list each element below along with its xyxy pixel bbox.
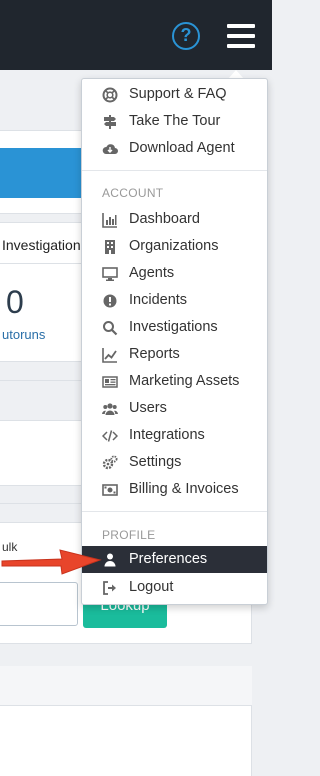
menu-item-integrations[interactable]: Integrations [82, 422, 267, 449]
menu-item-label: Incidents [129, 292, 188, 308]
menu-divider [82, 511, 267, 512]
menu-item-investigations[interactable]: Investigations [82, 314, 267, 341]
menu-item-label: Dashboard [129, 211, 200, 227]
menu-item-label: Agents [129, 265, 175, 281]
gears-icon [102, 455, 118, 471]
menu-item-label: Billing & Invoices [129, 481, 239, 497]
menu-item-label: Logout [129, 579, 174, 595]
menu-item-incidents[interactable]: Incidents [82, 287, 267, 314]
menu-item-label: Integrations [129, 427, 205, 443]
stat-caption[interactable]: utoruns [2, 327, 45, 342]
building-icon [102, 239, 118, 255]
menu-item-dashboard[interactable]: Dashboard [82, 206, 267, 233]
menu-item-take-tour[interactable]: Take The Tour [82, 108, 267, 135]
users-icon [102, 401, 118, 417]
menu-item-label: Investigations [129, 319, 218, 335]
menu-item-label: Organizations [129, 238, 219, 254]
menu-item-marketing-assets[interactable]: Marketing Assets [82, 368, 267, 395]
menu-item-support-faq[interactable]: Support & FAQ [82, 81, 267, 108]
menu-item-agents[interactable]: Agents [82, 260, 267, 287]
question-circle-icon: ? [180, 25, 192, 45]
section-label-account: ACCOUNT [102, 186, 164, 200]
line-chart-icon [102, 347, 118, 363]
menu-item-label: Take The Tour [129, 113, 221, 129]
menu-item-billing-invoices[interactable]: Billing & Invoices [82, 476, 267, 503]
lifebuoy-icon [102, 87, 118, 103]
bar-chart-icon [102, 212, 118, 228]
search-icon [102, 320, 118, 336]
cloud-download-icon [102, 141, 118, 157]
menu-item-reports[interactable]: Reports [82, 341, 267, 368]
desktop-icon [102, 266, 118, 282]
code-icon [101, 428, 119, 444]
section-label-profile: PROFILE [102, 528, 156, 542]
lookup-input[interactable] [0, 582, 78, 626]
newspaper-icon [102, 374, 118, 390]
menu-item-label: Users [129, 400, 167, 416]
results-panel-header [0, 666, 252, 706]
menu-item-users[interactable]: Users [82, 395, 267, 422]
stat-value: 0 [6, 284, 24, 320]
annotation-arrow-icon [1, 549, 102, 575]
menu-item-label: Support & FAQ [129, 86, 227, 102]
hamburger-menu-icon[interactable] [227, 24, 255, 48]
menu-item-label: Reports [129, 346, 180, 362]
exclamation-circle-icon [102, 293, 118, 309]
signpost-icon [102, 114, 118, 130]
menu-item-label: Marketing Assets [129, 373, 240, 389]
tab-investigations[interactable]: Investigation [2, 237, 81, 253]
help-button[interactable]: ? [172, 22, 200, 50]
money-bill-icon [102, 482, 118, 498]
menu-item-download-agent[interactable]: Download Agent [82, 135, 267, 162]
menu-item-label: Preferences [129, 551, 208, 567]
menu-item-label: Download Agent [129, 140, 235, 156]
menu-item-settings[interactable]: Settings [82, 449, 267, 476]
menu-divider [82, 170, 267, 171]
menu-item-organizations[interactable]: Organizations [82, 233, 267, 260]
menu-item-label: Settings [129, 454, 182, 470]
